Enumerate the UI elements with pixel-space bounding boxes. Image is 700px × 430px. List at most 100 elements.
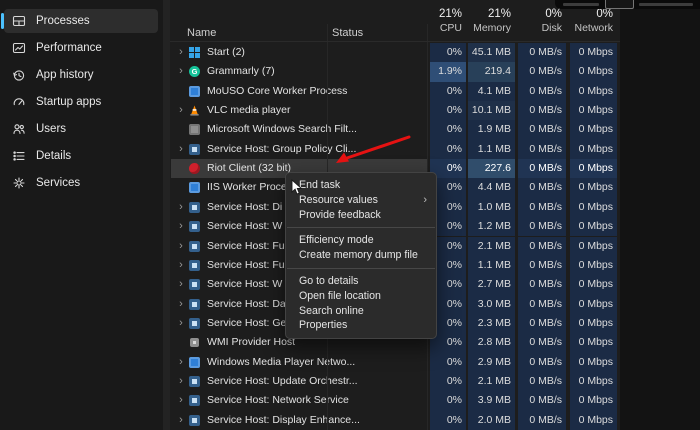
expand-chevron-icon[interactable]: › bbox=[176, 275, 186, 294]
column-title: Disk bbox=[518, 21, 562, 35]
column-header-cpu[interactable]: 21%CPU bbox=[426, 5, 466, 42]
process-name: Service Host: Update Orchestr... bbox=[207, 372, 358, 391]
details-icon bbox=[11, 149, 26, 164]
memory-cell: 3.0 MB bbox=[468, 295, 515, 314]
menu-item-search-online[interactable]: Search online bbox=[286, 304, 436, 319]
disk-cell: 0 MB/s bbox=[518, 159, 566, 178]
startup-apps-icon bbox=[11, 95, 26, 110]
process-name: WMI Provider Host bbox=[207, 333, 295, 352]
sidebar-item-processes[interactable]: Processes bbox=[4, 9, 158, 33]
process-row[interactable]: ›Start (2)0%45.1 MB0 MB/s0 Mbps bbox=[170, 43, 620, 62]
process-name: Service Host: Display Enhance... bbox=[207, 411, 360, 430]
svchost-icon bbox=[189, 318, 200, 329]
expand-chevron-icon[interactable]: › bbox=[176, 62, 186, 81]
process-row[interactable]: ›Windows Media Player Netwo...0%2.9 MB0 … bbox=[170, 353, 620, 372]
expand-chevron-icon[interactable]: › bbox=[176, 314, 186, 333]
column-header-disk[interactable]: 0%Disk bbox=[518, 5, 566, 42]
expand-chevron-icon[interactable]: › bbox=[176, 140, 186, 159]
expand-chevron-icon[interactable]: › bbox=[176, 101, 186, 120]
svchost-icon bbox=[189, 221, 200, 232]
memory-cell: 1.1 MB bbox=[468, 256, 515, 275]
disk-cell: 0 MB/s bbox=[518, 237, 566, 256]
column-header-memory[interactable]: 21%Memory bbox=[468, 5, 515, 42]
menu-item-properties[interactable]: Properties bbox=[286, 318, 436, 333]
disk-cell: 0 MB/s bbox=[518, 411, 566, 430]
sidebar-item-app-history[interactable]: App history bbox=[4, 63, 158, 87]
disk-cell: 0 MB/s bbox=[518, 62, 566, 81]
memory-cell: 4.1 MB bbox=[468, 82, 515, 101]
expand-chevron-icon[interactable]: › bbox=[176, 256, 186, 275]
network-cell: 0 Mbps bbox=[570, 275, 617, 294]
menu-separator bbox=[287, 268, 435, 269]
process-row[interactable]: Microsoft Windows Search Filt...0%1.9 MB… bbox=[170, 120, 620, 139]
menu-item-go-to-details[interactable]: Go to details bbox=[286, 274, 436, 289]
disk-cell: 0 MB/s bbox=[518, 372, 566, 391]
expand-chevron-icon[interactable]: › bbox=[176, 353, 186, 372]
sidebar-item-details[interactable]: Details bbox=[4, 144, 158, 168]
sidebar-item-services[interactable]: Services bbox=[4, 171, 158, 195]
menu-item-label: Efficiency mode bbox=[299, 234, 374, 246]
hint-text-fragment bbox=[639, 3, 693, 6]
menu-item-create-memory-dump-file[interactable]: Create memory dump file bbox=[286, 248, 436, 263]
blue-app-icon bbox=[189, 182, 200, 193]
process-row[interactable]: ›GGrammarly (7)1.9%219.4 MB0 MB/s0 Mbps bbox=[170, 62, 620, 81]
menu-item-label: Open file location bbox=[299, 290, 381, 302]
vlc-icon bbox=[189, 105, 200, 116]
sidebar-item-users[interactable]: Users bbox=[4, 117, 158, 141]
network-cell: 0 Mbps bbox=[570, 256, 617, 275]
expand-chevron-icon[interactable]: › bbox=[176, 198, 186, 217]
process-row[interactable]: ›Service Host: Network Service0%3.9 MB0 … bbox=[170, 391, 620, 410]
process-name: Windows Media Player Netwo... bbox=[207, 353, 355, 372]
menu-item-label: Properties bbox=[299, 319, 347, 331]
menu-item-provide-feedback[interactable]: Provide feedback bbox=[286, 208, 436, 223]
process-row[interactable]: ›Service Host: Display Enhance...0%2.0 M… bbox=[170, 411, 620, 430]
sidebar-item-startup-apps[interactable]: Startup apps bbox=[4, 90, 158, 114]
table-empty-area bbox=[620, 0, 700, 430]
expand-chevron-icon[interactable]: › bbox=[176, 372, 186, 391]
column-title: Memory bbox=[468, 21, 511, 35]
sidebar-item-label: Users bbox=[36, 123, 66, 135]
process-row[interactable]: ›VLC media player0%10.1 MB0 MB/s0 Mbps bbox=[170, 101, 620, 120]
menu-item-efficiency-mode[interactable]: Efficiency mode bbox=[286, 233, 436, 248]
menu-item-label: End task bbox=[299, 179, 340, 191]
network-cell: 0 Mbps bbox=[570, 372, 617, 391]
network-cell: 0 Mbps bbox=[570, 178, 617, 197]
expand-chevron-icon[interactable]: › bbox=[176, 411, 186, 430]
cpu-cell: 1.9% bbox=[430, 62, 466, 81]
network-cell: 0 Mbps bbox=[570, 43, 617, 62]
process-row[interactable]: ›Service Host: Update Orchestr...0%2.1 M… bbox=[170, 372, 620, 391]
column-header-name[interactable]: Name bbox=[187, 27, 216, 39]
gray-app-icon bbox=[189, 124, 200, 135]
memory-cell: 227.6 MB bbox=[468, 159, 515, 178]
sidebar-item-label: Performance bbox=[36, 42, 102, 54]
process-name: Start (2) bbox=[207, 43, 245, 62]
expand-chevron-icon[interactable]: › bbox=[176, 43, 186, 62]
menu-item-end-task[interactable]: End task bbox=[286, 178, 436, 193]
riot-icon bbox=[189, 163, 200, 174]
expand-chevron-icon[interactable]: › bbox=[176, 295, 186, 314]
vertical-scrollbar[interactable] bbox=[163, 0, 170, 430]
sidebar-item-performance[interactable]: Performance bbox=[4, 36, 158, 60]
disk-cell: 0 MB/s bbox=[518, 333, 566, 352]
memory-cell: 1.2 MB bbox=[468, 217, 515, 236]
column-title: CPU bbox=[426, 21, 462, 35]
expand-chevron-icon[interactable]: › bbox=[176, 391, 186, 410]
network-cell: 0 Mbps bbox=[570, 62, 617, 81]
disk-cell: 0 MB/s bbox=[518, 295, 566, 314]
memory-cell: 10.1 MB bbox=[468, 101, 515, 120]
process-row[interactable]: ›Service Host: Group Policy Cli...0%1.1 … bbox=[170, 140, 620, 159]
expand-chevron-icon[interactable]: › bbox=[176, 237, 186, 256]
process-row[interactable]: MoUSO Core Worker Process0%4.1 MB0 MB/s0… bbox=[170, 82, 620, 101]
memory-cell: 1.9 MB bbox=[468, 120, 515, 139]
column-header-status[interactable]: Status bbox=[332, 27, 363, 39]
cpu-cell: 0% bbox=[430, 82, 466, 101]
column-total-percent: 21% bbox=[468, 7, 511, 21]
svchost-icon bbox=[189, 144, 200, 155]
column-title: Network bbox=[570, 21, 613, 35]
sidebar-item-label: Details bbox=[36, 150, 71, 162]
menu-item-open-file-location[interactable]: Open file location bbox=[286, 289, 436, 304]
menu-item-label: Create memory dump file bbox=[299, 249, 418, 261]
column-header-network[interactable]: 0%Network bbox=[570, 5, 617, 42]
menu-item-resource-values[interactable]: Resource values› bbox=[286, 193, 436, 208]
expand-chevron-icon[interactable]: › bbox=[176, 217, 186, 236]
